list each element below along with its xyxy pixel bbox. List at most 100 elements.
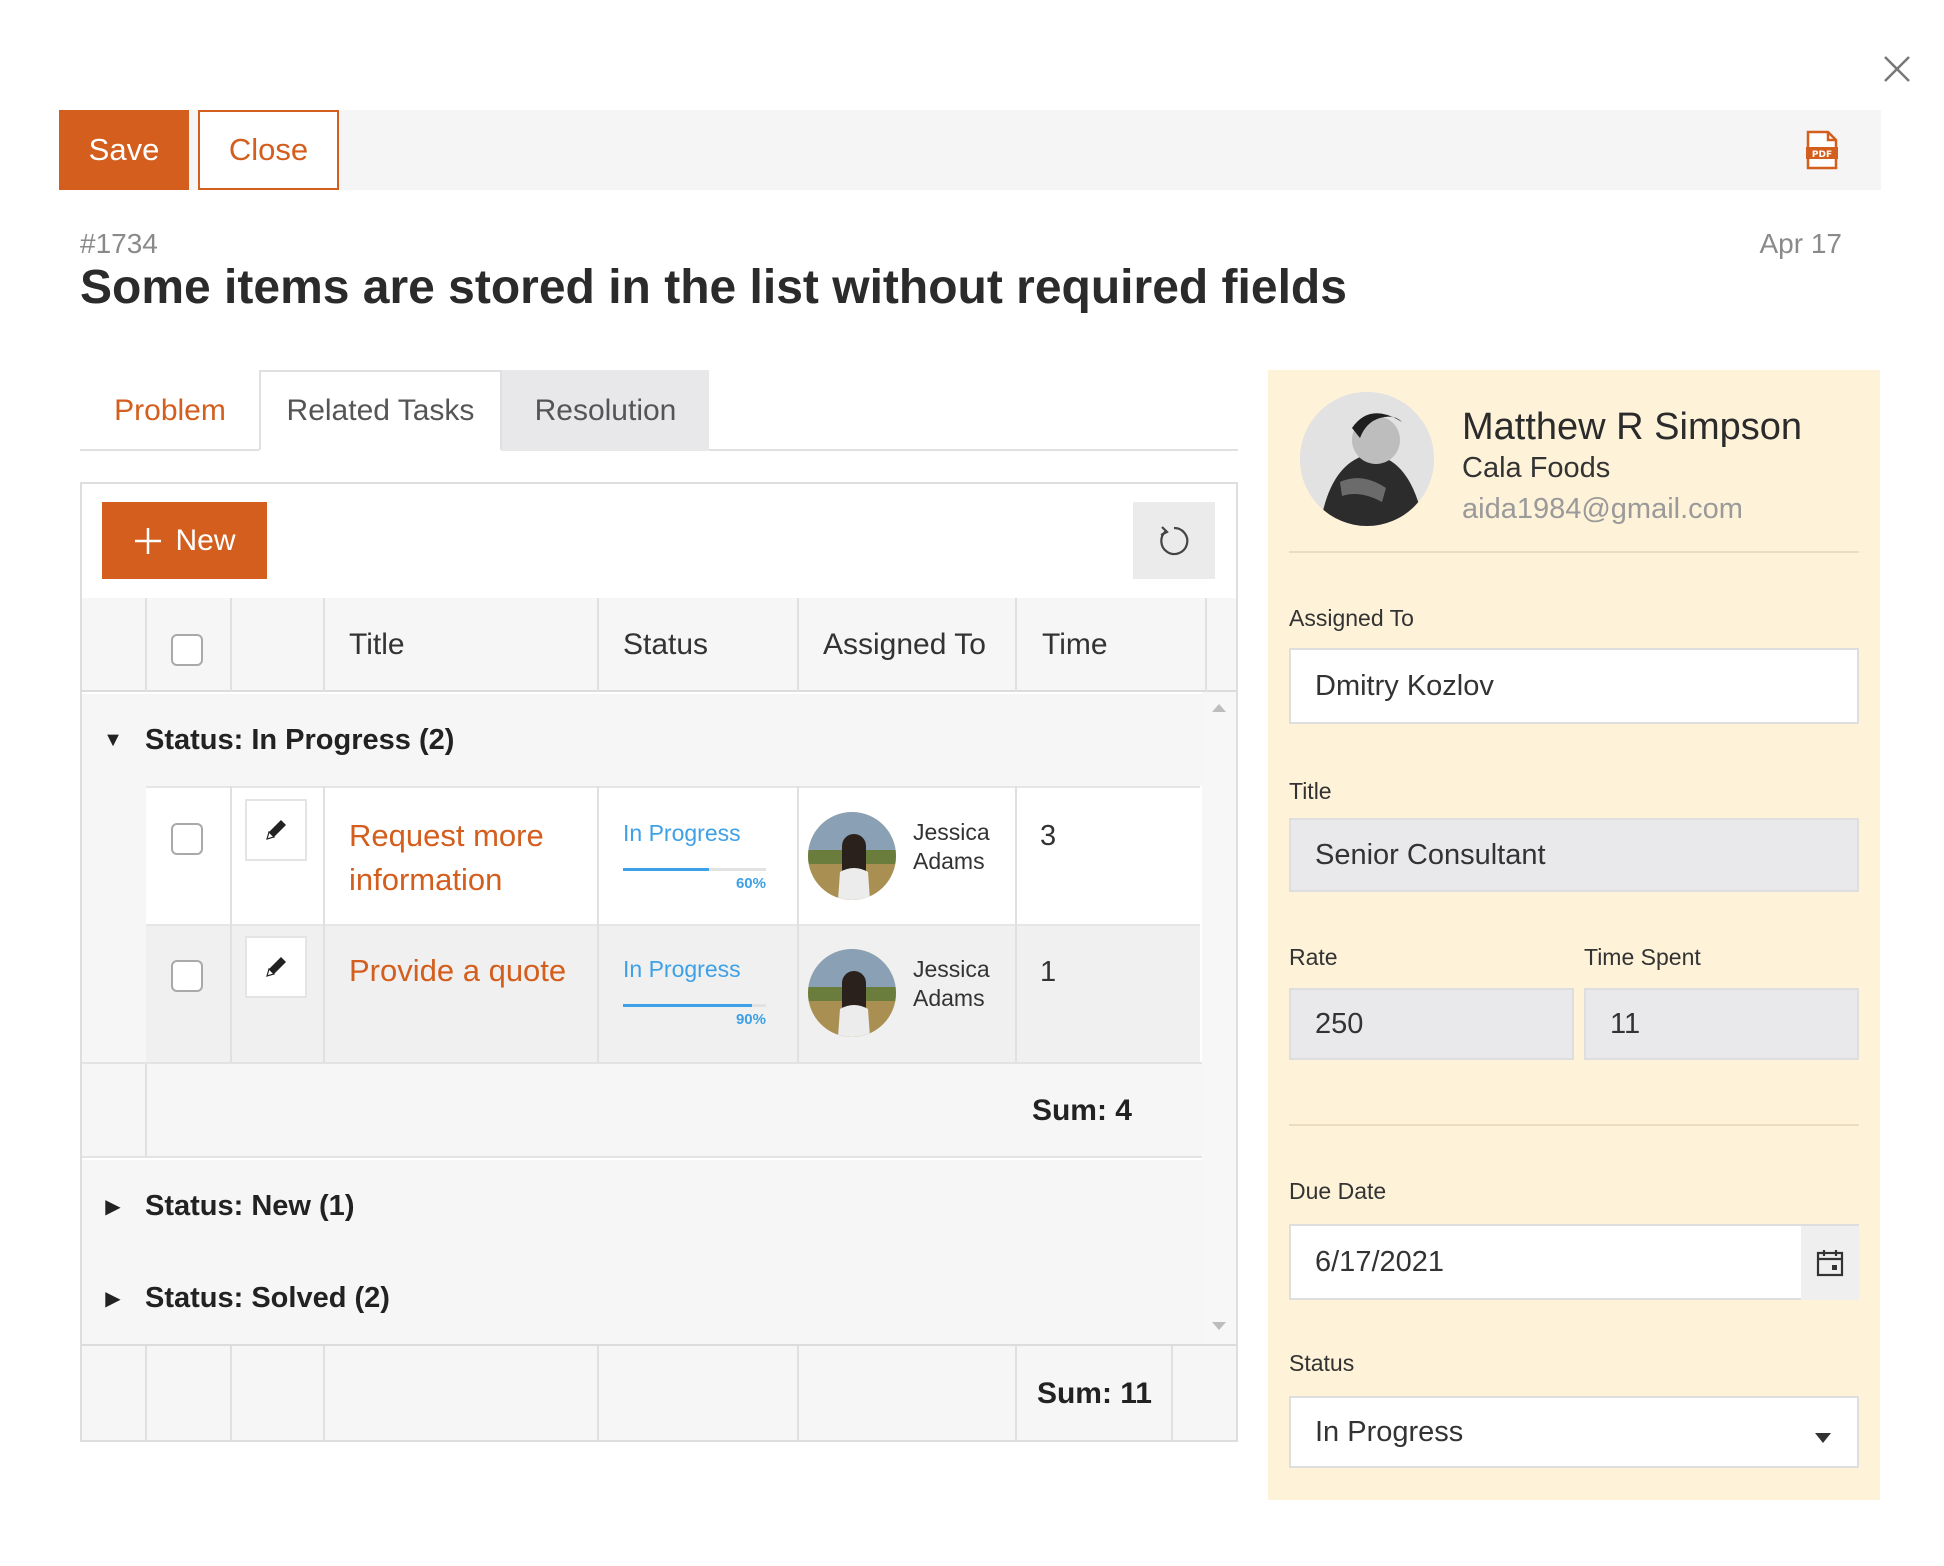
save-button[interactable]: Save [59, 110, 189, 190]
col-divider [597, 598, 599, 692]
group-row-in-progress[interactable]: ▼ Status: In Progress (2) [82, 694, 1202, 786]
status-label: In Progress [623, 956, 741, 982]
assignee-last-name: Adams [913, 985, 985, 1011]
column-header-time[interactable]: Time [1042, 598, 1108, 692]
progress-bar [623, 1004, 766, 1007]
pencil-icon [266, 820, 286, 840]
select-all-checkbox[interactable] [171, 634, 203, 666]
col-divider [597, 1346, 599, 1440]
rate-label: Rate [1289, 944, 1338, 970]
col-divider [145, 598, 147, 692]
grid-total-sum: Sum: 11 [1036, 1377, 1152, 1410]
col-divider [1171, 1346, 1173, 1440]
avatar [808, 949, 896, 1037]
time-value: 3 [1040, 820, 1057, 852]
refresh-icon [1160, 525, 1189, 555]
task-title-link[interactable]: Request more information [349, 814, 544, 902]
status-label: In Progress [623, 820, 741, 846]
panel-divider [1289, 551, 1859, 553]
refresh-button[interactable] [1133, 502, 1215, 579]
edit-button[interactable] [245, 936, 307, 998]
col-divider [597, 924, 599, 1062]
row-checkbox[interactable] [171, 823, 203, 855]
progress-percent: 60% [735, 875, 766, 892]
column-header-status[interactable]: Status [623, 598, 708, 692]
progress-bar [623, 868, 766, 871]
time-value: 1 [1040, 956, 1057, 988]
column-header-title[interactable]: Title [349, 598, 405, 692]
tab-related-tasks[interactable]: Related Tasks [259, 370, 502, 451]
dropdown-arrow-icon[interactable] [1813, 1420, 1833, 1453]
caret-right-icon[interactable]: ▶ [101, 1286, 125, 1311]
calendar-icon [1816, 1250, 1844, 1277]
title-field: Senior Consultant [1289, 818, 1859, 892]
group-label: Status: Solved (2) [145, 1281, 390, 1314]
pdf-file-icon[interactable]: PDF [1804, 130, 1840, 170]
tab-problem[interactable]: Problem [80, 370, 260, 451]
col-divider [230, 1346, 232, 1440]
col-divider [797, 1346, 799, 1440]
progress-percent: 90% [735, 1011, 766, 1028]
scroll-up-arrow-icon[interactable] [1208, 700, 1230, 716]
status-select-value: In Progress [1315, 1415, 1464, 1448]
due-date-field[interactable]: 6/17/2021 [1289, 1224, 1859, 1300]
task-title-link[interactable]: Provide a quote [349, 949, 566, 993]
group-row-solved[interactable]: ▶ Status: Solved (2) [82, 1252, 1202, 1344]
plus-icon [135, 527, 162, 554]
assigned-to-label: Assigned To [1289, 605, 1414, 631]
profile-name: Matthew R Simpson [1462, 406, 1803, 448]
col-divider [1015, 598, 1017, 692]
caret-down-icon[interactable]: ▼ [101, 729, 125, 752]
col-divider [145, 1346, 147, 1440]
tab-resolution[interactable]: Resolution [502, 370, 709, 451]
row-checkbox[interactable] [171, 960, 203, 992]
assigned-to-field[interactable]: Dmitry Kozlov [1289, 648, 1859, 724]
col-divider [797, 924, 799, 1062]
profile-company: Cala Foods [1462, 452, 1611, 484]
progress-fill [623, 868, 709, 871]
svg-text:PDF: PDF [1812, 150, 1832, 160]
edit-button[interactable] [245, 799, 307, 861]
caret-right-icon[interactable]: ▶ [101, 1194, 125, 1219]
vertical-scrollbar[interactable] [1202, 692, 1236, 1344]
progress-fill [623, 1004, 752, 1007]
col-divider [230, 924, 232, 1062]
column-header-assigned-to[interactable]: Assigned To [823, 598, 986, 692]
col-divider [797, 598, 799, 692]
calendar-button[interactable] [1801, 1226, 1859, 1300]
profile-avatar [1300, 392, 1434, 526]
ticket-title: Some items are stored in the list withou… [80, 261, 1347, 314]
pencil-icon [266, 957, 286, 977]
avatar [808, 812, 896, 900]
close-button[interactable]: Close [198, 110, 339, 190]
col-divider [230, 598, 232, 692]
group-label: Status: In Progress (2) [145, 723, 455, 756]
dialog-close-icon[interactable] [1880, 52, 1914, 86]
group-sum: Sum: 4 [1031, 1094, 1132, 1127]
new-task-button[interactable]: New [102, 502, 267, 579]
assignee-last-name: Adams [913, 848, 985, 874]
assignee-first-name: Jessica [913, 956, 990, 982]
group-row-new[interactable]: ▶ Status: New (1) [82, 1160, 1202, 1252]
due-date-label: Due Date [1289, 1178, 1387, 1204]
time-spent-label: Time Spent [1584, 944, 1701, 970]
col-divider [145, 1064, 147, 1156]
col-divider [1015, 1346, 1017, 1440]
ticket-id: #1734 [80, 228, 158, 259]
col-divider [1205, 598, 1207, 692]
status-select[interactable]: In Progress [1289, 1396, 1859, 1468]
task-title-line: Request more [349, 818, 544, 853]
rate-field: 250 [1289, 988, 1574, 1060]
scroll-down-arrow-icon[interactable] [1208, 1318, 1230, 1334]
assignee-first-name: Jessica [913, 819, 990, 845]
group-indent [82, 786, 146, 1062]
group-label: Status: New (1) [145, 1189, 355, 1222]
col-divider [323, 924, 325, 1062]
ticket-date: Apr 17 [1759, 228, 1843, 259]
assignee-name: Jessica Adams [913, 818, 990, 876]
time-spent-field: 11 [1584, 988, 1859, 1060]
panel-divider [1289, 1124, 1859, 1126]
profile-email: aida1984@gmail.com [1462, 493, 1743, 525]
col-divider [323, 598, 325, 692]
col-divider [1015, 924, 1017, 1062]
